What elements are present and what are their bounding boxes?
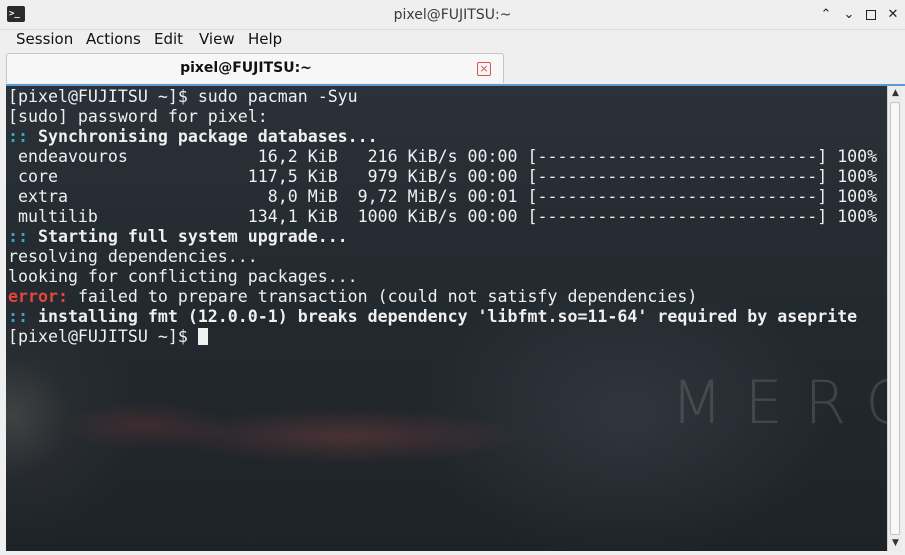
wallpaper-watermark: MERCU bbox=[671, 368, 887, 438]
terminal-line: :: Synchronising package databases... bbox=[8, 127, 877, 147]
window-title: pixel@FUJITSU:~ bbox=[393, 7, 512, 23]
terminal-line: endeavouros 16,2 KiB 216 KiB/s 00:00 [--… bbox=[8, 147, 877, 167]
terminal-line: extra 8,0 MiB 9,72 MiB/s 00:01 [--------… bbox=[8, 187, 877, 207]
terminal-text: Synchronising package databases... bbox=[27, 127, 378, 146]
text-cursor bbox=[197, 328, 208, 345]
menu-actions[interactable]: Actions bbox=[86, 30, 141, 48]
prompt-marker: :: bbox=[8, 127, 28, 146]
menu-help[interactable]: Help bbox=[248, 30, 282, 48]
terminal-text: resolving dependencies... bbox=[8, 247, 258, 266]
error-label: error: bbox=[8, 287, 68, 306]
tab-label: pixel@FUJITSU:~ bbox=[180, 60, 312, 76]
prompt-marker: :: bbox=[8, 307, 28, 326]
terminal-line: [pixel@FUJITSU ~]$ sudo pacman -Syu bbox=[8, 87, 877, 107]
tab-close-icon[interactable]: × bbox=[477, 62, 491, 76]
terminal-text: endeavouros 16,2 KiB 216 KiB/s 00:00 [--… bbox=[8, 147, 878, 166]
terminal-line: error: failed to prepare transaction (co… bbox=[8, 287, 877, 307]
terminal-text: extra 8,0 MiB 9,72 MiB/s 00:01 [--------… bbox=[8, 187, 878, 206]
terminal-tab[interactable]: pixel@FUJITSU:~ × bbox=[6, 53, 504, 83]
scroll-up-arrow-icon[interactable]: ▲ bbox=[890, 88, 901, 99]
terminal-view[interactable]: MERCU [pixel@FUJITSU ~]$ sudo pacman -Sy… bbox=[6, 86, 887, 551]
terminal-line: [pixel@FUJITSU ~]$ bbox=[8, 327, 877, 347]
scrollbar-thumb[interactable] bbox=[890, 102, 900, 535]
terminal-text: installing fmt (12.0.0-1) breaks depende… bbox=[27, 307, 858, 326]
menu-view[interactable]: View bbox=[199, 30, 235, 48]
terminal-text: looking for conflicting packages... bbox=[8, 267, 358, 286]
maximize-button[interactable] bbox=[862, 6, 880, 24]
menu-bar: Session Actions Edit View Help bbox=[0, 28, 905, 50]
close-window-button[interactable]: ✕ bbox=[884, 6, 902, 24]
prompt-marker: :: bbox=[8, 227, 28, 246]
tab-bar: pixel@FUJITSU:~ × bbox=[0, 52, 905, 84]
terminal-output: [pixel@FUJITSU ~]$ sudo pacman -Syu [sudo… bbox=[8, 87, 877, 347]
terminal-text: Starting full system upgrade... bbox=[27, 227, 348, 246]
menu-edit[interactable]: Edit bbox=[154, 30, 183, 48]
menu-session[interactable]: Session bbox=[16, 30, 73, 48]
terminal-text: [pixel@FUJITSU ~]$ sudo pacman -Syu bbox=[8, 87, 358, 106]
terminal-line: looking for conflicting packages... bbox=[8, 267, 877, 287]
terminal-text: [sudo] password for pixel: bbox=[8, 107, 268, 126]
maximize-icon bbox=[866, 10, 876, 20]
scroll-down-arrow-icon[interactable]: ▼ bbox=[890, 538, 901, 549]
terminal-line: :: Starting full system upgrade... bbox=[8, 227, 877, 247]
terminal-text: multilib 134,1 KiB 1000 KiB/s 00:00 [---… bbox=[8, 207, 878, 226]
keep-above-button[interactable]: ⌃ bbox=[817, 6, 835, 24]
terminal-line: core 117,5 KiB 979 KiB/s 00:00 [--------… bbox=[8, 167, 877, 187]
terminal-line: :: installing fmt (12.0.0-1) breaks depe… bbox=[8, 307, 877, 327]
terminal-text: [pixel@FUJITSU ~]$ bbox=[8, 327, 198, 346]
terminal-line: multilib 134,1 KiB 1000 KiB/s 00:00 [---… bbox=[8, 207, 877, 227]
title-bar[interactable]: >_ pixel@FUJITSU:~ ⌃ ⌄ ✕ bbox=[0, 0, 905, 30]
minimize-button[interactable]: ⌄ bbox=[840, 6, 858, 24]
terminal-scrollbar[interactable]: ▲ ▼ bbox=[887, 86, 902, 551]
terminal-line: [sudo] password for pixel: bbox=[8, 107, 877, 127]
terminal-text: failed to prepare transaction (could not… bbox=[67, 287, 698, 306]
terminal-line: resolving dependencies... bbox=[8, 247, 877, 267]
terminal-text: core 117,5 KiB 979 KiB/s 00:00 [--------… bbox=[8, 167, 878, 186]
